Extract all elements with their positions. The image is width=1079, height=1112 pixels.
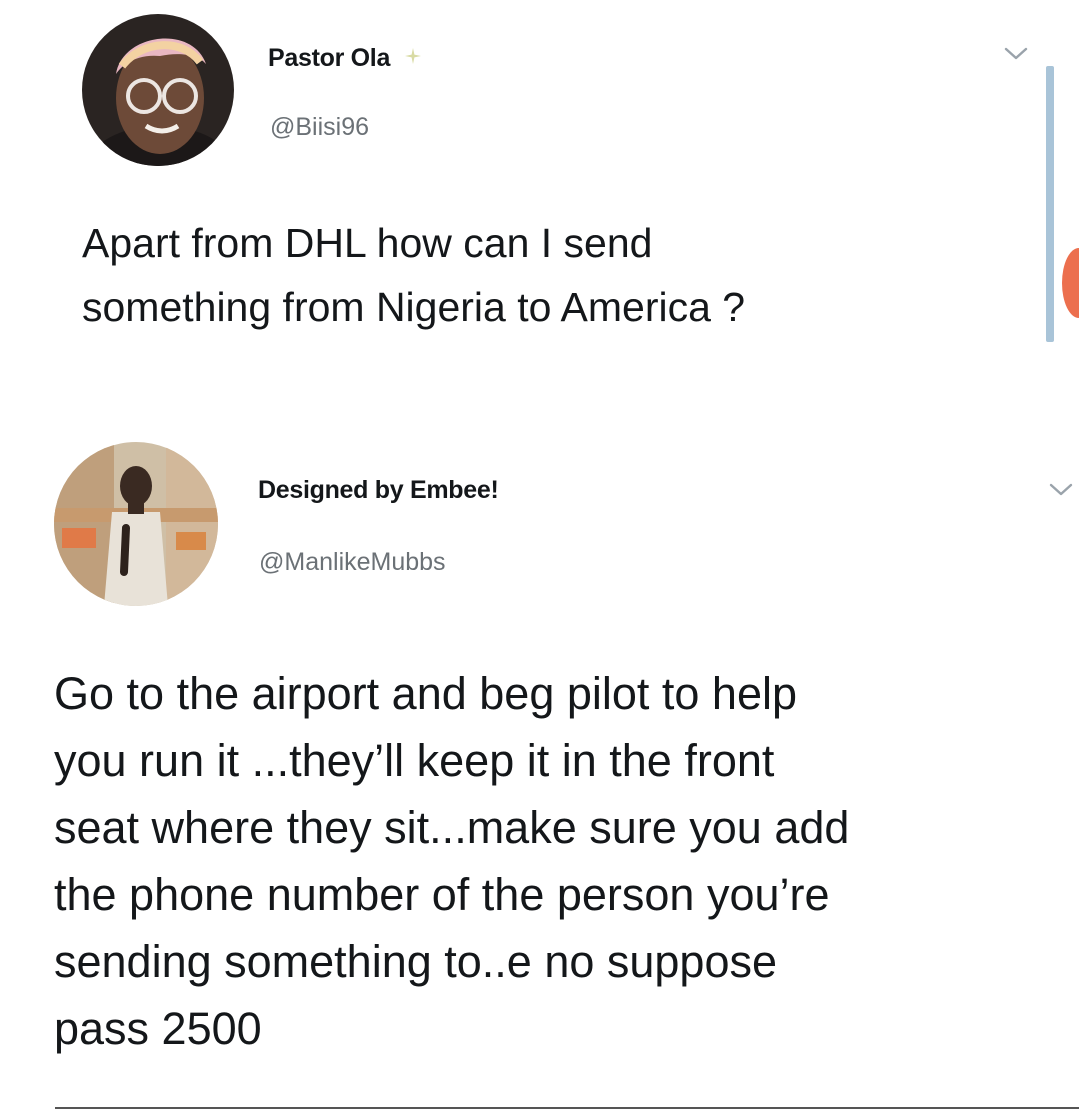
- avatar[interactable]: [54, 442, 218, 606]
- avatar-image: [54, 442, 218, 606]
- tweet-text: Go to the airport and beg pilot to help …: [54, 668, 850, 1054]
- avatar-image: [82, 14, 234, 166]
- tweet-original: Pastor Ola @Biisi96 Apart from DHL how c…: [0, 0, 1079, 420]
- tweet-reply: Designed by Embee! @ManlikeMubbs Go to t…: [0, 430, 1079, 1100]
- user-handle[interactable]: @ManlikeMubbs: [259, 548, 446, 577]
- sparkle-icon: [404, 48, 421, 65]
- display-name[interactable]: Designed by Embee!: [258, 476, 499, 505]
- display-name-text: Pastor Ola: [268, 44, 391, 72]
- chevron-down-icon[interactable]: [1048, 482, 1074, 498]
- display-name[interactable]: Pastor Ola: [268, 44, 423, 73]
- tweet-text: Apart from DHL how can I send something …: [82, 220, 746, 330]
- user-handle[interactable]: @Biisi96: [270, 113, 369, 142]
- divider: [55, 1107, 1079, 1109]
- avatar[interactable]: [82, 14, 234, 166]
- scrollbar[interactable]: [1046, 66, 1054, 342]
- chevron-down-icon[interactable]: [1003, 46, 1029, 62]
